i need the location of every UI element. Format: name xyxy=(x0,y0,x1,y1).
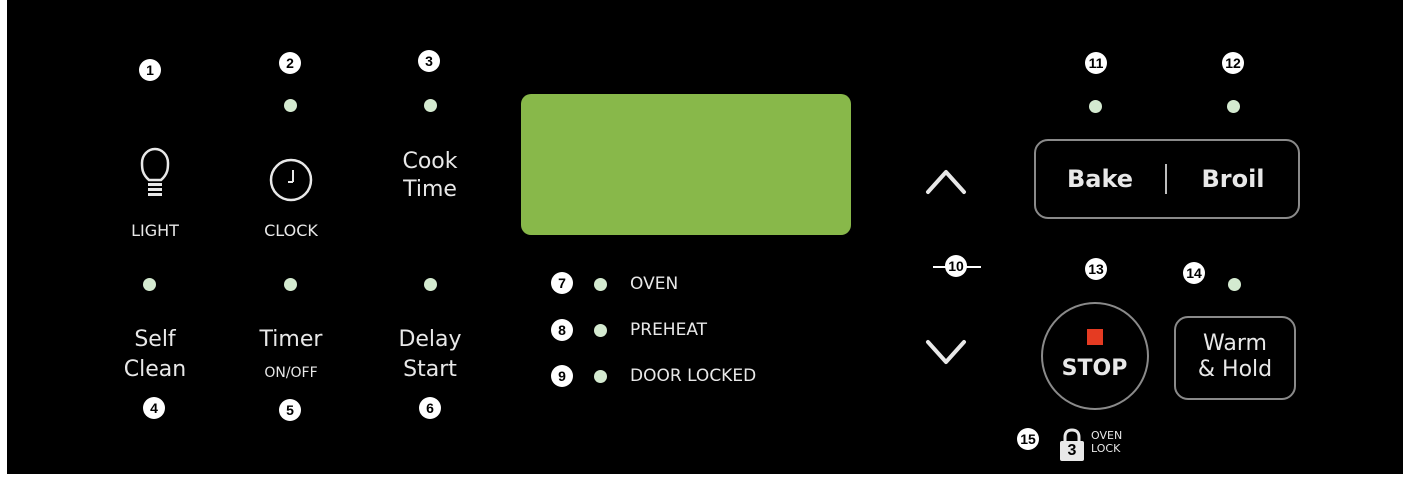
oven-lock-label-line2: LOCK xyxy=(1091,441,1121,455)
lightbulb-icon xyxy=(140,147,170,196)
oven-status-label: OVEN xyxy=(630,274,679,294)
timer-button[interactable]: Timer ON/OFF xyxy=(226,327,356,388)
door-locked-status-label: DOOR LOCKED xyxy=(630,366,757,386)
broil-label: Broil xyxy=(1201,165,1265,193)
door-locked-status-indicator xyxy=(594,370,607,383)
callout-3: 3 xyxy=(418,50,440,72)
timer-indicator xyxy=(284,278,297,291)
callout-15: 15 xyxy=(1017,428,1039,450)
broil-indicator xyxy=(1227,100,1240,113)
oven-control-panel xyxy=(7,0,1403,474)
bake-label: Bake xyxy=(1066,165,1134,193)
up-arrow-button[interactable] xyxy=(924,160,968,200)
stop-button[interactable]: STOP xyxy=(1041,302,1149,410)
light-label: LIGHT xyxy=(131,221,179,240)
bake-indicator xyxy=(1089,100,1102,113)
callout-14: 14 xyxy=(1183,262,1205,284)
cook-time-label-line1: Cook xyxy=(402,149,458,174)
cook-time-indicator xyxy=(424,99,437,112)
bake-broil-divider xyxy=(1165,164,1167,194)
oven-status-indicator xyxy=(594,278,607,291)
clock-indicator xyxy=(284,99,297,112)
callout-4: 4 xyxy=(143,397,165,419)
callout-5: 5 xyxy=(279,399,301,421)
warm-hold-button[interactable]: Warm & Hold xyxy=(1174,316,1296,400)
oven-lock-key[interactable]: 3 xyxy=(1058,428,1086,462)
self-clean-label-line2: Clean xyxy=(123,357,187,382)
callout-13: 13 xyxy=(1085,258,1107,280)
timer-label-line2: ON/OFF xyxy=(264,365,318,381)
preheat-status-indicator xyxy=(594,324,607,337)
callout-9: 9 xyxy=(551,365,573,387)
down-arrow-button[interactable] xyxy=(924,334,968,374)
warm-hold-label-line2: & Hold xyxy=(1197,357,1273,382)
clock-icon xyxy=(269,158,313,202)
callout-1: 1 xyxy=(139,59,161,81)
stop-square-icon xyxy=(1087,329,1103,345)
bake-button[interactable]: Bake xyxy=(1036,141,1164,217)
callout-10: 10 xyxy=(945,255,967,277)
self-clean-label-line1: Self xyxy=(134,327,176,352)
delay-start-indicator xyxy=(424,278,437,291)
oven-lock-label-line1: OVEN xyxy=(1091,429,1123,442)
oven-lock-label: OVEN LOCK xyxy=(1091,429,1123,455)
callout-7: 7 xyxy=(551,272,573,294)
down-arrow-icon xyxy=(926,340,966,364)
callout-11: 11 xyxy=(1085,52,1107,74)
stop-label: STOP xyxy=(1061,356,1128,381)
cook-time-button[interactable]: Cook Time xyxy=(370,149,490,210)
cook-time-label-line2: Time xyxy=(403,177,457,202)
delay-start-label-line1: Delay xyxy=(398,327,462,352)
callout-6: 6 xyxy=(419,397,441,419)
delay-start-label-line2: Start xyxy=(403,357,457,382)
light-button[interactable] xyxy=(140,146,170,204)
timer-label-line1: Timer xyxy=(259,327,323,352)
oven-lock-digit: 3 xyxy=(1067,442,1077,459)
callout-8: 8 xyxy=(551,319,573,341)
broil-button[interactable]: Broil xyxy=(1168,141,1298,217)
callout-12: 12 xyxy=(1222,52,1244,74)
clock-label: CLOCK xyxy=(264,221,318,240)
warm-hold-indicator xyxy=(1228,278,1241,291)
self-clean-indicator xyxy=(143,278,156,291)
warm-hold-label-line1: Warm xyxy=(1203,331,1267,356)
display-screen xyxy=(521,94,851,235)
delay-start-button[interactable]: Delay Start xyxy=(365,327,495,388)
up-arrow-icon xyxy=(926,170,966,194)
preheat-status-label: PREHEAT xyxy=(630,320,708,340)
clock-button[interactable] xyxy=(262,151,320,209)
callout-2: 2 xyxy=(279,52,301,74)
self-clean-button[interactable]: Self Clean xyxy=(90,327,220,388)
